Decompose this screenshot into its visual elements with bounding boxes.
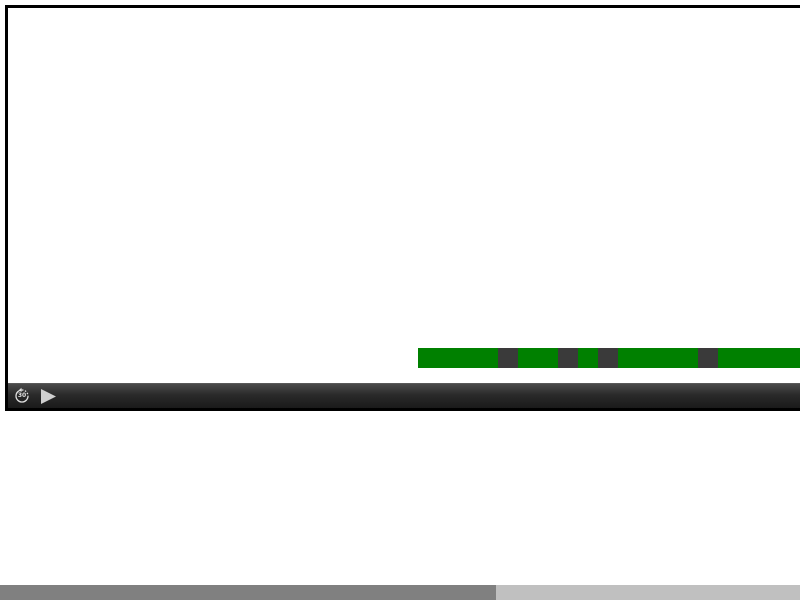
caption-segment: [558, 348, 578, 368]
caption-bar: [418, 348, 800, 368]
caption-segment: [498, 348, 518, 368]
caption-segment: [698, 348, 718, 368]
player-controls: 30: [8, 383, 800, 408]
caption-segment: [598, 348, 618, 368]
caption-segment: [718, 348, 800, 368]
caption-segment: [518, 348, 558, 368]
progress-fill: [0, 585, 496, 600]
progress-bar[interactable]: [0, 585, 800, 600]
video-area[interactable]: [8, 8, 800, 383]
replay-30-label: 30: [17, 392, 27, 399]
video-player: 30: [5, 5, 800, 411]
caption-segment: [418, 348, 498, 368]
page: 30: [0, 0, 800, 600]
caption-segment: [618, 348, 698, 368]
play-button[interactable]: [39, 388, 57, 406]
caption-segment: [578, 348, 598, 368]
play-icon: [41, 389, 56, 404]
replay-30-button[interactable]: 30: [13, 387, 31, 405]
